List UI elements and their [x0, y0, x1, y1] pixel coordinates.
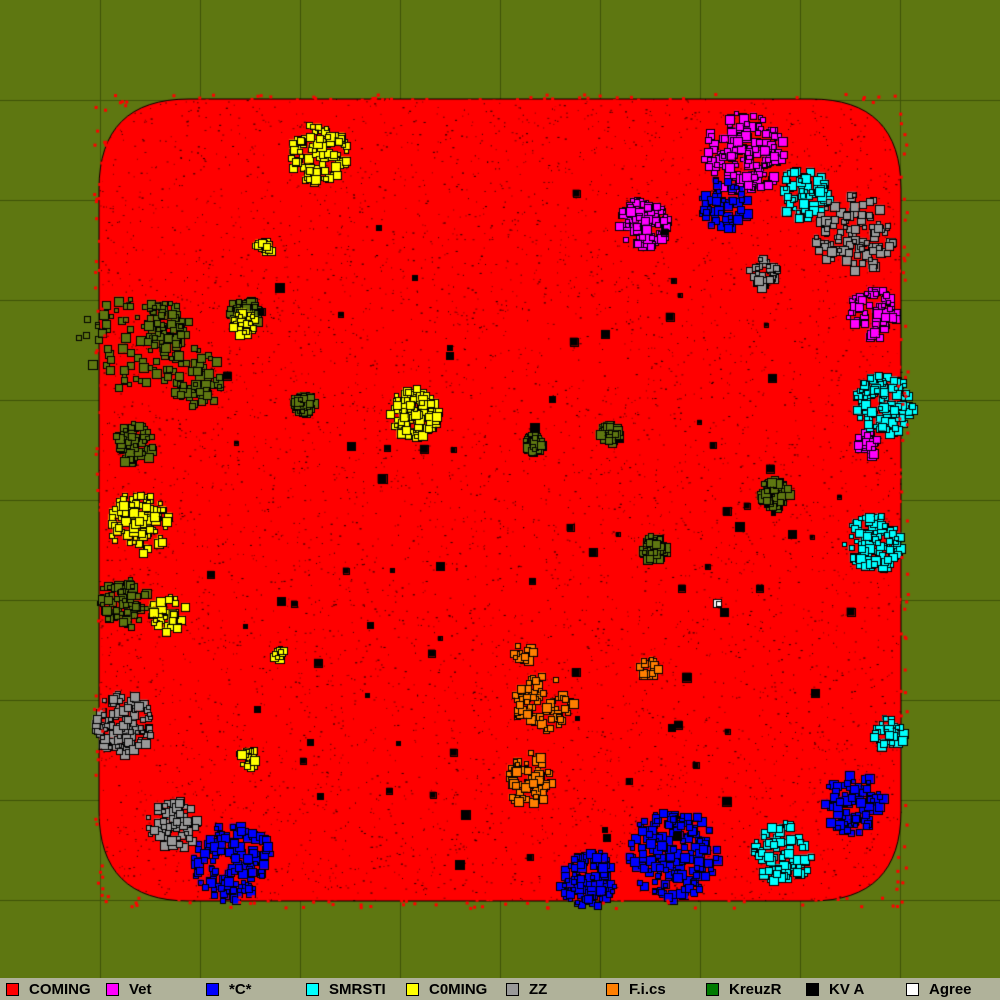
legend-swatch	[606, 982, 619, 996]
territory-map[interactable]	[0, 0, 1000, 978]
legend-swatch	[506, 982, 519, 996]
legend-item: F.i.cs	[600, 981, 700, 998]
legend-swatch	[406, 982, 419, 996]
legend-bar: COMING Vet *C* SMRSTI C0MING ZZ F.i.cs KreuzR KV…	[0, 978, 1000, 1000]
legend-label: *C*	[229, 980, 252, 998]
legend-label: Vet	[129, 980, 152, 998]
legend-label: C0MING	[429, 980, 488, 998]
legend-label: Agree	[929, 980, 972, 998]
legend-swatch	[6, 982, 19, 996]
legend-label: F.i.cs	[629, 980, 666, 998]
legend-swatch	[806, 982, 819, 996]
legend-item: Vet	[100, 981, 200, 998]
legend-item: SMRSTI	[300, 981, 400, 998]
game-board[interactable]	[0, 0, 1000, 978]
legend-label: SMRSTI	[329, 980, 386, 998]
legend-label: COMING	[29, 980, 91, 998]
legend-swatch	[906, 982, 919, 996]
legend-label: KreuzR	[729, 980, 782, 998]
legend-swatch	[206, 982, 219, 996]
legend-item: C0MING	[400, 981, 500, 998]
legend-swatch	[106, 982, 119, 996]
legend-swatch	[306, 982, 319, 996]
legend-item: COMING	[0, 981, 100, 998]
legend-swatch	[706, 982, 719, 996]
legend-item: KV A	[800, 981, 900, 998]
legend-item: *C*	[200, 981, 300, 998]
legend-label: ZZ	[529, 980, 548, 998]
legend-item: Agree	[900, 981, 1000, 998]
legend-item: KreuzR	[700, 981, 800, 998]
legend-item: ZZ	[500, 981, 600, 998]
legend-label: KV A	[829, 980, 865, 998]
